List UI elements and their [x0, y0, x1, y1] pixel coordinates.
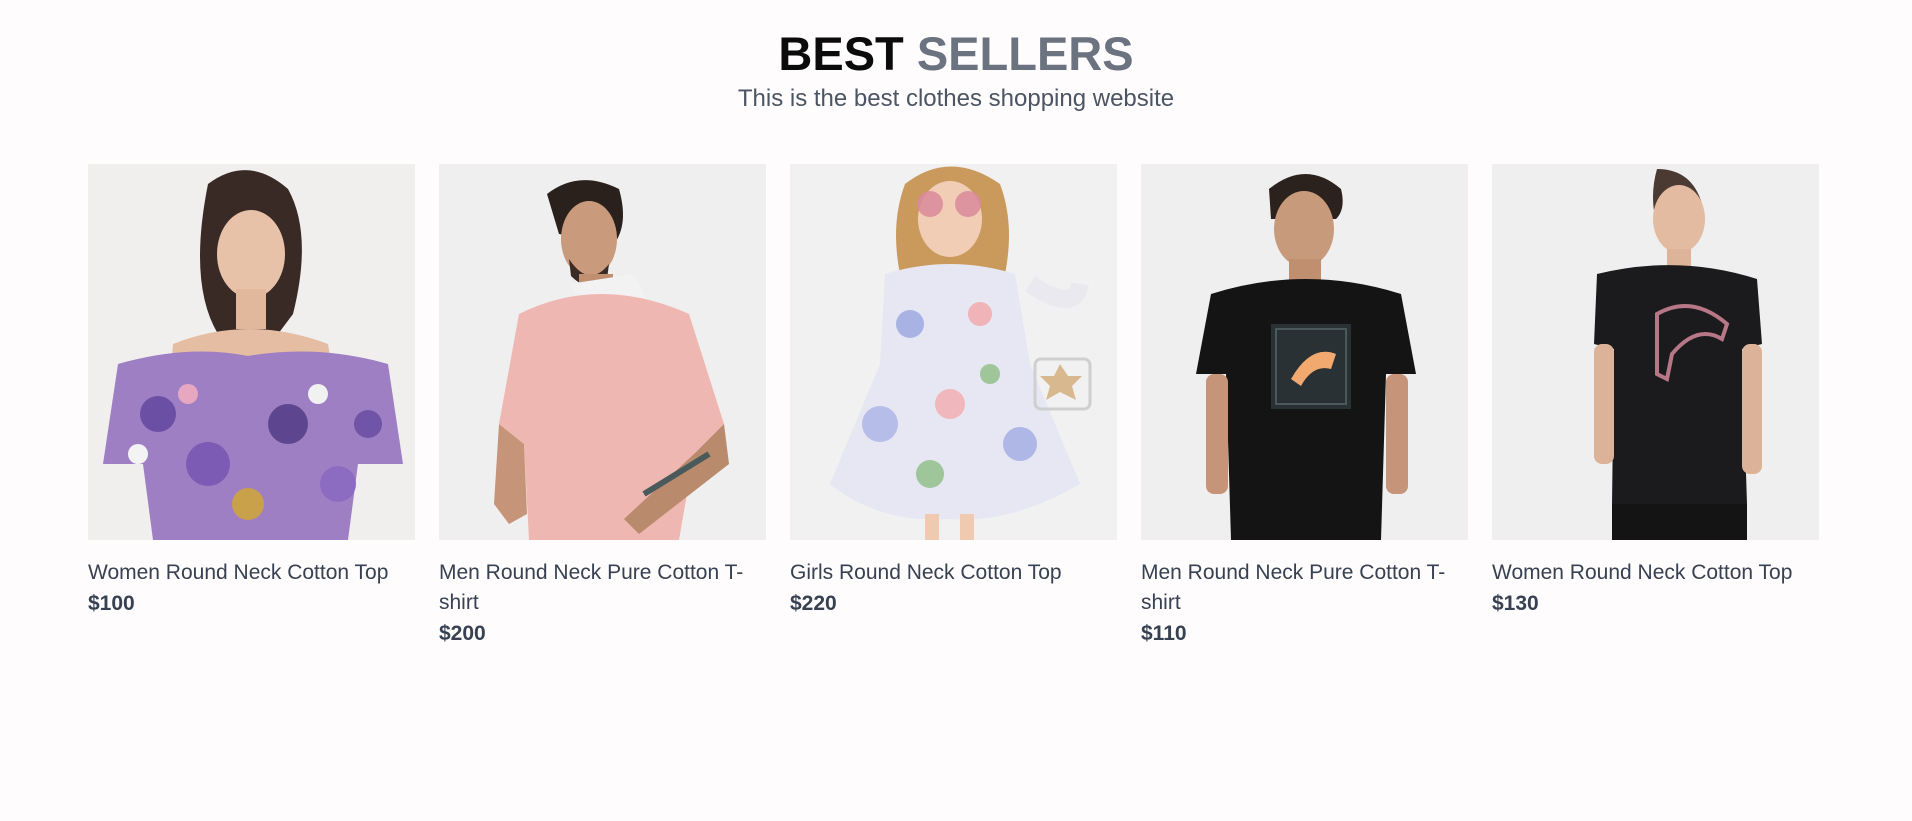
product-name[interactable]: Men Round Neck Pure Cotton T-shirt: [1141, 558, 1468, 618]
product-image[interactable]: [790, 164, 1117, 540]
product-price: $110: [1141, 622, 1187, 645]
product-price: $200: [439, 622, 486, 645]
product-image[interactable]: [1492, 164, 1819, 540]
product-name[interactable]: Women Round Neck Cotton Top: [88, 558, 415, 588]
product-card[interactable]: Women Round Neck Cotton Top $100: [88, 164, 415, 646]
best-sellers-section: BEST SELLERS This is the best clothes sh…: [0, 0, 1912, 821]
man-pink-polo-image: [439, 164, 766, 540]
product-name[interactable]: Women Round Neck Cotton Top: [1492, 558, 1819, 588]
product-image[interactable]: [1141, 164, 1468, 540]
section-title-part1: BEST: [778, 27, 904, 80]
section-title: BEST SELLERS: [0, 26, 1912, 82]
woman-black-puma-tshirt-image: [1492, 164, 1819, 540]
girl-floral-dress-image: [790, 164, 1117, 540]
product-name[interactable]: Men Round Neck Pure Cotton T-shirt: [439, 558, 766, 618]
product-grid: Women Round Neck Cotton Top $100 Men Rou…: [88, 164, 1819, 646]
product-image[interactable]: [88, 164, 415, 540]
product-image[interactable]: [439, 164, 766, 540]
product-card[interactable]: Girls Round Neck Cotton Top $220: [790, 164, 1117, 646]
section-subtitle: This is the best clothes shopping websit…: [737, 85, 1175, 112]
product-price: $130: [1492, 592, 1539, 615]
product-name[interactable]: Girls Round Neck Cotton Top: [790, 558, 1117, 588]
product-card[interactable]: Women Round Neck Cotton Top $130: [1492, 164, 1819, 646]
product-price: $220: [790, 592, 837, 615]
section-title-part2: SELLERS: [916, 27, 1134, 80]
man-black-puma-tshirt-image: [1141, 164, 1468, 540]
product-price: $100: [88, 592, 135, 615]
product-card[interactable]: Men Round Neck Pure Cotton T-shirt $110: [1141, 164, 1468, 646]
woman-floral-top-image: [88, 164, 415, 540]
product-card[interactable]: Men Round Neck Pure Cotton T-shirt $200: [439, 164, 766, 646]
